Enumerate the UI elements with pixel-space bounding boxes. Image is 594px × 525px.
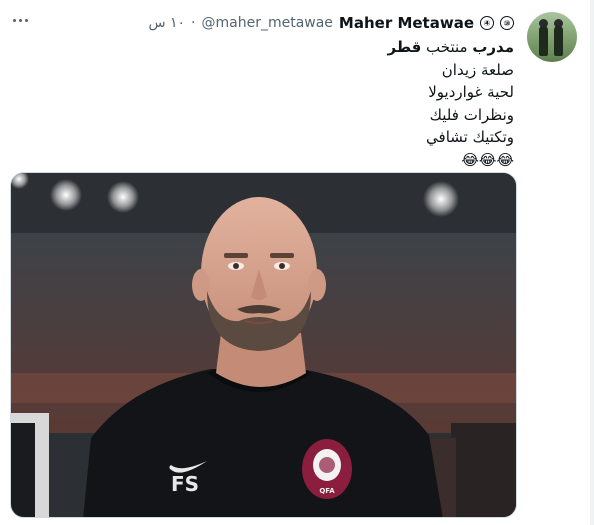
tweet-line: ونظرات فليك [429,105,514,124]
header-separator: · [191,15,196,31]
qatar-crest-icon: QFA [302,439,352,499]
tweet-header: ١٠ س · @maher_metawae Maher Metawae ④ ⑩ [148,12,514,34]
verified-badge-icon: ⑩ [500,16,514,30]
verified-badge-icon: ④ [480,16,494,30]
avatar[interactable] [527,12,577,62]
tweet-word: قطر [387,38,422,56]
photo-illustration: FS QFA [11,173,516,517]
tweet-word: مدرب [472,38,514,56]
tweet-media-photo[interactable]: FS QFA [10,172,517,518]
more-options-button[interactable] [10,12,30,28]
tweet-line: وتكتيك تشافي [426,128,514,146]
author-handle[interactable]: @maher_metawae [202,15,333,31]
tweet-word: منتخب [421,38,473,56]
tweet-line: لحية غوارديولا [428,83,514,101]
tweet-line: صلعة زيدان [441,60,514,79]
timeline-border [590,0,594,525]
tweet-emoji-line: 😂😂😂 [461,150,514,169]
tweet-text: مدرب منتخب قطر صلعة زيدان لحية غوارديولا… [74,36,514,171]
more-options-icon [12,18,16,22]
tweet-time[interactable]: ١٠ س [148,15,185,31]
crest-text: QFA [319,487,335,495]
author-name[interactable]: Maher Metawae [339,14,474,32]
tweet-line: مدرب منتخب قطر [74,36,514,59]
shirt-initials: FS [171,472,199,496]
